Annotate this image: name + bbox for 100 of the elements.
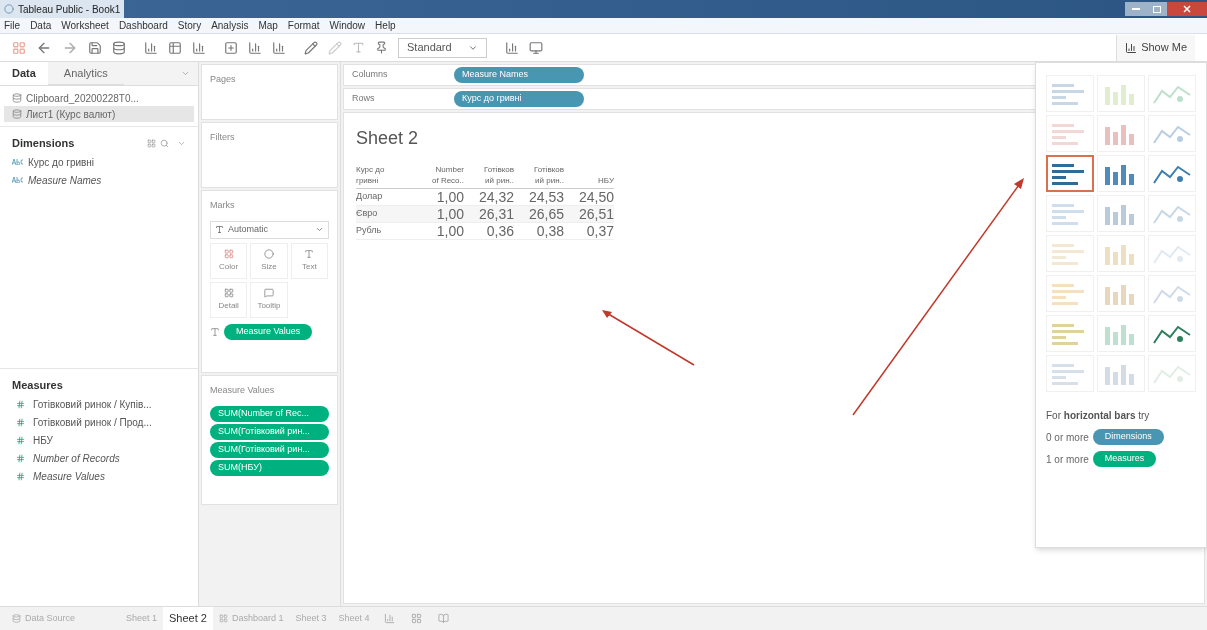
requirement-pill: Dimensions xyxy=(1092,429,1164,445)
mark-property-button[interactable]: Text xyxy=(290,242,328,279)
number-type-icon xyxy=(16,399,25,409)
menu-item[interactable]: Worksheet xyxy=(61,18,109,33)
row-header: Євро xyxy=(356,205,414,223)
group-icon[interactable] xyxy=(328,40,342,55)
table-cell: 24,50 xyxy=(564,188,614,206)
close-button[interactable] xyxy=(1167,2,1207,16)
number-type-icon xyxy=(16,453,25,463)
requirement-pill: Measures xyxy=(1092,451,1157,467)
table-cell: 26,65 xyxy=(514,205,564,223)
measure-field[interactable]: Measure Values xyxy=(33,468,105,484)
maximize-button[interactable] xyxy=(1147,2,1167,16)
text-mark-icon xyxy=(210,326,220,337)
number-type-icon xyxy=(16,435,25,445)
string-type-icon xyxy=(12,159,24,165)
pages-card: Pages xyxy=(201,64,338,120)
panel-menu-icon[interactable] xyxy=(181,69,190,78)
table-cell: 0,36 xyxy=(464,222,514,240)
column-header: НБУ xyxy=(564,164,614,189)
close-icon xyxy=(1183,5,1191,13)
data-source-item[interactable]: Лист1 (Курс валют) xyxy=(4,106,194,122)
menu-item[interactable]: Story xyxy=(177,18,202,33)
menu-item[interactable]: Analysis xyxy=(211,18,249,33)
column-header: Готівков ий рин.. xyxy=(464,164,514,189)
window-title: Tableau Public - Book1 xyxy=(18,2,121,17)
card-title: Marks xyxy=(210,199,236,212)
save-icon[interactable] xyxy=(88,40,102,55)
database-icon xyxy=(12,614,21,623)
column-header: Number of Reco.. xyxy=(414,164,464,189)
color-dots-icon xyxy=(223,248,234,259)
requirement-text: 1 or more xyxy=(1046,452,1089,467)
row-header: Долар xyxy=(356,188,414,206)
tooltip-icon xyxy=(264,287,274,298)
highlight-icon[interactable] xyxy=(304,40,318,55)
section-title: Dimensions xyxy=(12,136,76,151)
panel-tab[interactable]: Data xyxy=(0,62,48,85)
dimension-field[interactable]: Measure Names xyxy=(28,172,102,188)
menu-item[interactable]: Help xyxy=(375,18,396,33)
table-cell: 24,53 xyxy=(514,188,564,206)
new-worksheet-icon[interactable] xyxy=(383,613,395,624)
dimension-field[interactable]: Курс до гривні xyxy=(28,154,95,170)
table-cell: 1,00 xyxy=(414,222,464,240)
menu-item[interactable]: Window xyxy=(329,18,366,33)
measure-field[interactable]: Готівковий ринок / Прод... xyxy=(33,414,152,430)
measure-field[interactable]: Готівковий ринок / Купів... xyxy=(33,396,152,412)
label-icon[interactable] xyxy=(352,41,365,54)
measure-field[interactable]: НБУ xyxy=(33,432,53,448)
caret-icon xyxy=(315,225,324,234)
mark-property-button[interactable]: Detail xyxy=(210,281,248,318)
data-source-icon xyxy=(12,93,22,103)
size-icon xyxy=(264,248,274,259)
filters-card: Filters xyxy=(201,122,338,188)
shelf-label: Rows xyxy=(351,92,376,106)
new-dashboard-icon[interactable] xyxy=(410,613,422,624)
table-cell: 26,51 xyxy=(564,205,614,223)
card-title: Measure Values xyxy=(210,384,276,397)
number-type-icon xyxy=(16,471,25,481)
data-source-item[interactable]: Clipboard_20200228T0... xyxy=(4,90,194,106)
show-me-hint: For horizontal bars try xyxy=(1046,409,1151,423)
search-icon[interactable] xyxy=(160,138,169,148)
data-source-name: Лист1 (Курс валют) xyxy=(26,107,116,122)
fit-dropdown[interactable]: Standard xyxy=(398,37,487,58)
row-header-title: Курс до гривні xyxy=(356,164,414,189)
new-story-icon[interactable] xyxy=(437,613,449,624)
string-type-icon xyxy=(12,177,24,183)
sheet-tab[interactable]: Sheet 2 xyxy=(163,607,213,630)
new-data-source-icon[interactable] xyxy=(112,40,126,55)
text-mark-icon xyxy=(215,225,224,234)
grid-icon[interactable] xyxy=(147,138,156,148)
text-icon xyxy=(304,248,315,259)
data-source-icon xyxy=(12,109,22,119)
app-icon xyxy=(4,4,14,14)
section-title: Measures xyxy=(12,379,63,391)
table-cell: 26,31 xyxy=(464,205,514,223)
data-source-name: Clipboard_20200228T0... xyxy=(26,91,139,106)
chart-type-button[interactable] xyxy=(1046,155,1094,192)
requirement-text: 0 or more xyxy=(1046,430,1089,445)
menu-item[interactable]: Format xyxy=(287,18,320,33)
minimize-button[interactable] xyxy=(1125,2,1147,16)
mark-property-button[interactable]: Size xyxy=(250,242,288,279)
table-cell: 1,00 xyxy=(414,205,464,223)
menu-item[interactable]: Map xyxy=(258,18,278,33)
presentation-icon[interactable] xyxy=(528,40,543,55)
mark-type-dropdown[interactable]: Automatic xyxy=(210,220,329,239)
menu-item[interactable]: Data xyxy=(30,18,52,33)
menu-item[interactable]: File xyxy=(4,18,21,33)
mark-property-button[interactable]: Tooltip xyxy=(250,281,288,318)
show-me-button[interactable]: Show Me xyxy=(1116,34,1195,61)
table-cell: 0,37 xyxy=(564,222,614,240)
pin-icon[interactable] xyxy=(375,41,388,54)
column-header: Готівков ий рин.. xyxy=(514,164,564,189)
mark-property-button[interactable]: Color xyxy=(210,242,248,279)
sheet-title: Sheet 2 xyxy=(356,127,419,150)
menu-item[interactable]: Dashboard xyxy=(118,18,168,33)
measure-field[interactable]: Number of Records xyxy=(33,450,120,466)
table-cell: 1,00 xyxy=(414,188,464,206)
shelf-label: Columns xyxy=(351,68,389,82)
number-type-icon xyxy=(16,417,25,427)
row-header: Рубль xyxy=(356,222,414,240)
